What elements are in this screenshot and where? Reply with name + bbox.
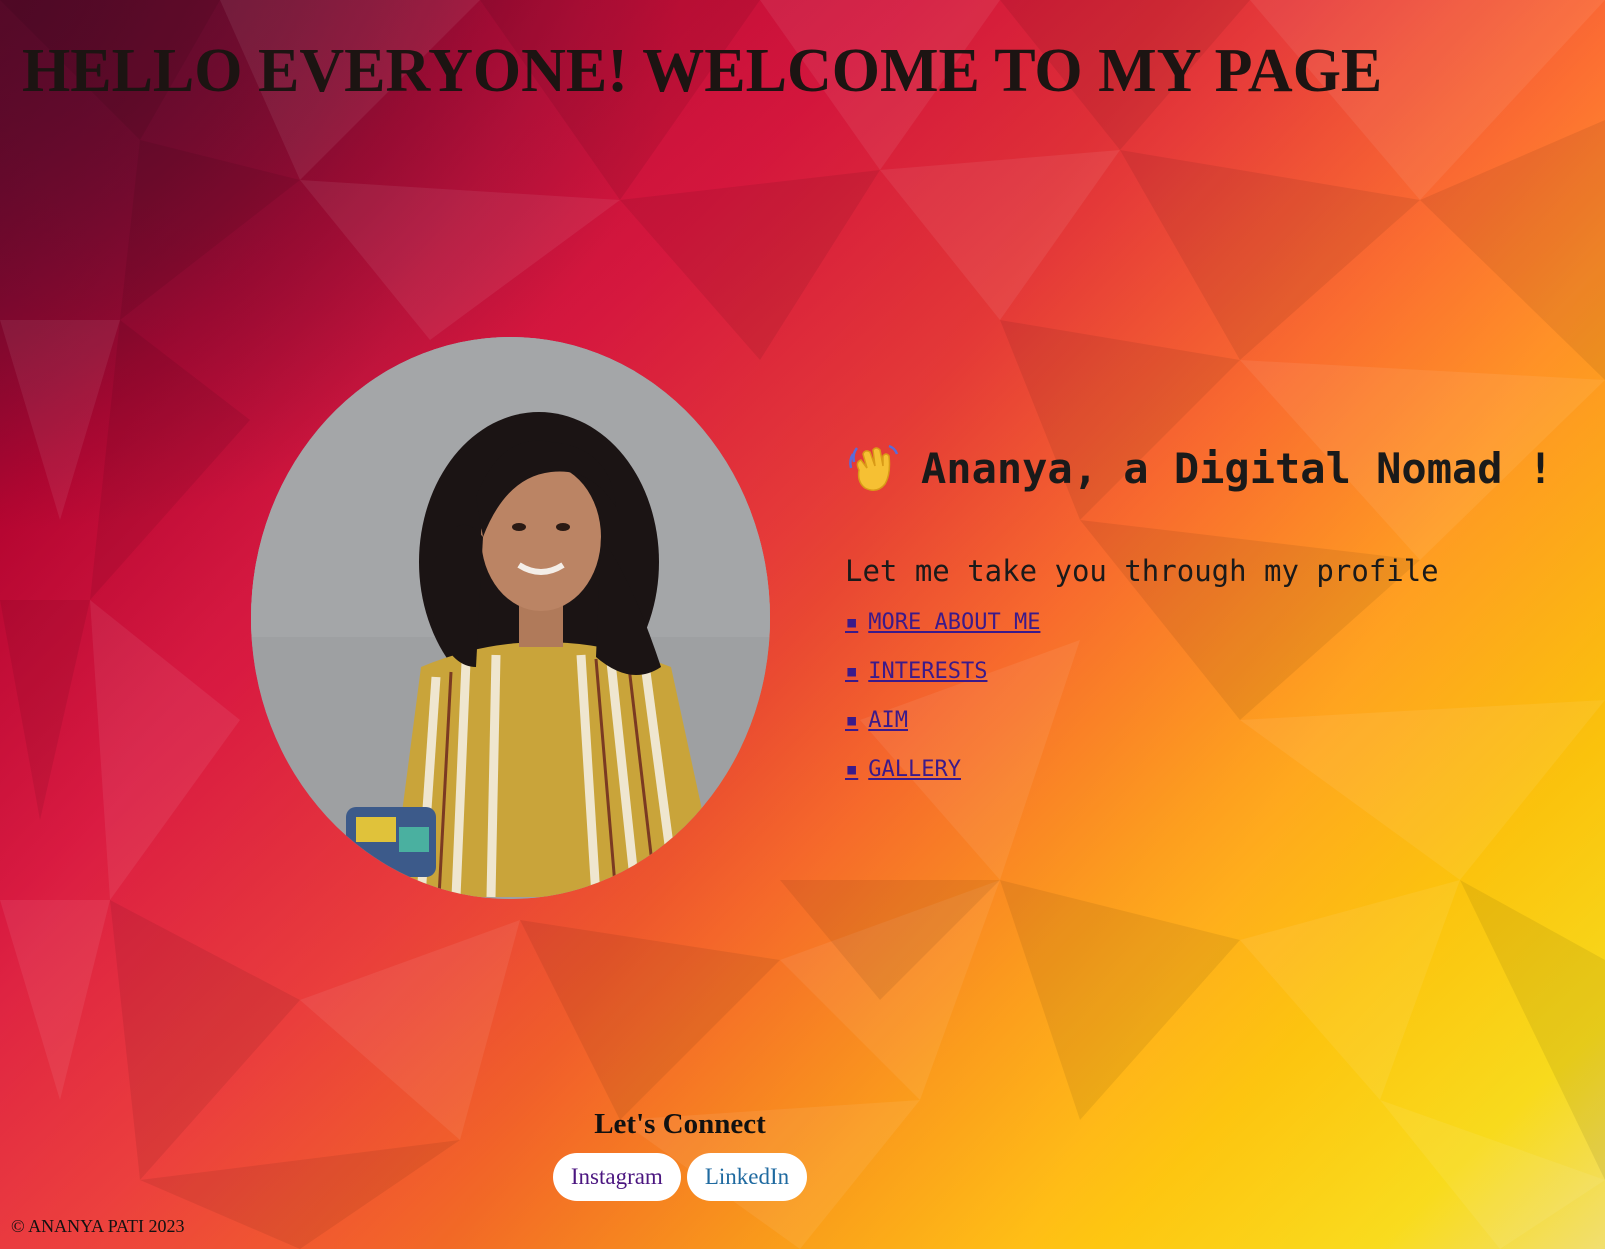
nav-item-about: ▪ MORE ABOUT ME (845, 610, 1605, 636)
nav-item-gallery: ▪ GALLERY (845, 757, 1605, 783)
greeting-heading: Ananya, a Digital Nomad ! (845, 440, 1605, 496)
interests-link[interactable]: ▪ INTERESTS (845, 659, 987, 684)
greeting-text: Ananya, a Digital Nomad ! (921, 443, 1554, 493)
waving-hand-icon (845, 440, 901, 496)
profile-subtitle: Let me take you through my profile (845, 554, 1439, 588)
bullet-icon: ▪ (845, 610, 859, 635)
connect-section: Let's Connect Instagram LinkedIn (545, 1108, 815, 1201)
aim-label: AIM (868, 708, 908, 733)
aim-link[interactable]: ▪ AIM (845, 708, 908, 733)
nav-item-aim: ▪ AIM (845, 708, 1605, 734)
about-me-link[interactable]: ▪ MORE ABOUT ME (845, 610, 1040, 635)
instagram-button[interactable]: Instagram (552, 1153, 681, 1201)
bullet-icon: ▪ (845, 659, 859, 684)
profile-photo (251, 337, 770, 899)
linkedin-button[interactable]: LinkedIn (686, 1153, 808, 1201)
gallery-link[interactable]: ▪ GALLERY (845, 757, 961, 782)
social-links: Instagram LinkedIn (545, 1153, 815, 1201)
gallery-label: GALLERY (868, 757, 961, 782)
page-title: HELLO EVERYONE! WELCOME TO MY PAGE (22, 37, 1383, 105)
profile-nav: ▪ MORE ABOUT ME ▪ INTERESTS ▪ AIM ▪ GALLERY (845, 610, 1605, 783)
intro-section: Ananya, a Digital Nomad ! Let me take yo… (845, 440, 1605, 806)
about-me-label: MORE ABOUT ME (868, 610, 1041, 635)
interests-label: INTERESTS (868, 659, 988, 684)
profile-photo-illustration (251, 337, 770, 899)
bullet-icon: ▪ (845, 708, 859, 733)
footer-copyright: © ANANYA PATI 2023 (11, 1216, 185, 1236)
connect-heading: Let's Connect (594, 1108, 766, 1140)
bullet-icon: ▪ (845, 757, 859, 782)
nav-item-interests: ▪ INTERESTS (845, 659, 1605, 685)
